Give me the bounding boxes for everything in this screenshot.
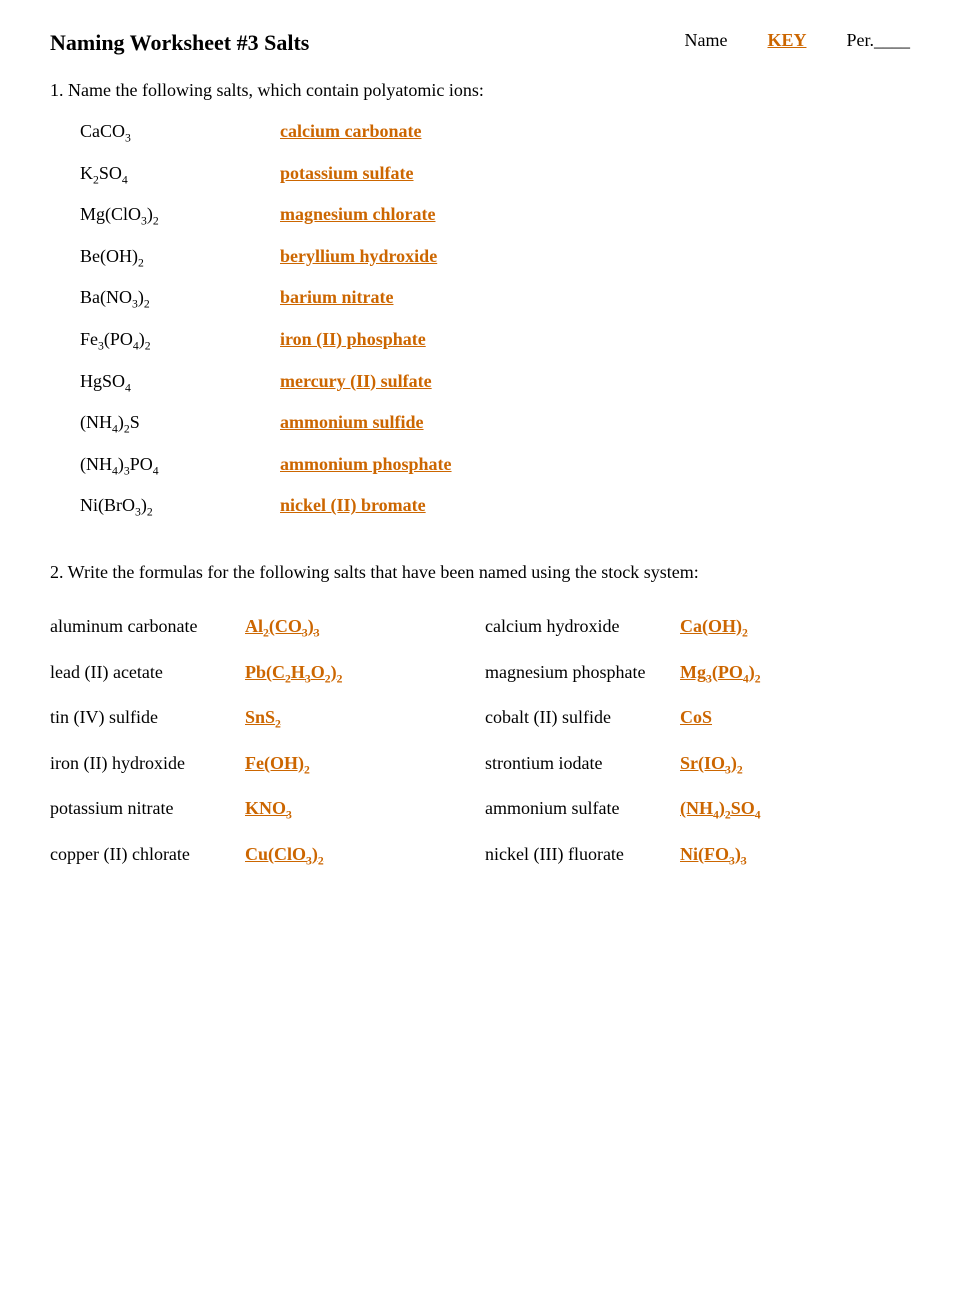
formula-row-left: potassium nitrateKNO3	[50, 798, 475, 822]
compound-formula: Ni(BrO3)2	[80, 495, 280, 519]
formula-label-right: strontium iodate	[485, 753, 680, 774]
formula-row-right: nickel (III) fluorateNi(FO3)3	[485, 844, 910, 868]
compound-name: iron (II) phosphate	[280, 329, 426, 350]
page-title: Naming Worksheet #3 Salts	[50, 30, 309, 56]
formula-row-left: copper (II) chlorateCu(ClO3)2	[50, 844, 475, 868]
compound-formula: Be(OH)2	[80, 246, 280, 270]
formula-value-left: Al2(CO3)3	[245, 616, 320, 640]
compound-row: Mg(ClO3)2magnesium chlorate	[80, 204, 910, 228]
compound-row: K2SO4potassium sulfate	[80, 163, 910, 187]
name-label: Name	[684, 30, 727, 51]
compound-row: HgSO4mercury (II) sulfate	[80, 371, 910, 395]
formula-value-left: KNO3	[245, 798, 292, 822]
compound-row: Ba(NO3)2barium nitrate	[80, 287, 910, 311]
compound-name: barium nitrate	[280, 287, 393, 308]
formula-row-right: calcium hydroxideCa(OH)2	[485, 616, 910, 640]
per-label: Per.____	[846, 30, 910, 51]
formula-value-right: Ca(OH)2	[680, 616, 748, 640]
compound-name: calcium carbonate	[280, 121, 421, 142]
page-header: Naming Worksheet #3 Salts Name KEY Per._…	[50, 30, 910, 56]
formula-label-left: lead (II) acetate	[50, 662, 245, 683]
compound-name: beryllium hydroxide	[280, 246, 437, 267]
compound-row: Ni(BrO3)2nickel (II) bromate	[80, 495, 910, 519]
formula-row-right: strontium iodateSr(IO3)2	[485, 753, 910, 777]
compound-formula: (NH4)3PO4	[80, 454, 280, 478]
formula-row-left: lead (II) acetatePb(C2H3O2)2	[50, 662, 475, 686]
formula-row-left: iron (II) hydroxideFe(OH)2	[50, 753, 475, 777]
header-right: Name KEY Per.____	[684, 30, 910, 51]
compound-name: magnesium chlorate	[280, 204, 435, 225]
compound-formula: Mg(ClO3)2	[80, 204, 280, 228]
formula-value-right: Ni(FO3)3	[680, 844, 747, 868]
formula-label-left: iron (II) hydroxide	[50, 753, 245, 774]
compound-name: nickel (II) bromate	[280, 495, 426, 516]
compound-formula: Ba(NO3)2	[80, 287, 280, 311]
formula-label-left: potassium nitrate	[50, 798, 245, 819]
formula-row-right: ammonium sulfate(NH4)2SO4	[485, 798, 910, 822]
formula-value-right: CoS	[680, 707, 712, 728]
section1-question: 1. Name the following salts, which conta…	[50, 80, 910, 101]
section2-intro: 2. Write the formulas for the following …	[50, 559, 910, 586]
compound-formula: (NH4)2S	[80, 412, 280, 436]
formula-row-left: aluminum carbonateAl2(CO3)3	[50, 616, 475, 640]
formula-label-right: nickel (III) fluorate	[485, 844, 680, 865]
formula-value-left: Cu(ClO3)2	[245, 844, 324, 868]
compound-row: (NH4)3PO4ammonium phosphate	[80, 454, 910, 478]
compound-formula: Fe3(PO4)2	[80, 329, 280, 353]
formula-row-right: cobalt (II) sulfideCoS	[485, 707, 910, 731]
compound-formula: K2SO4	[80, 163, 280, 187]
compound-name: ammonium sulfide	[280, 412, 424, 433]
compound-row: CaCO3calcium carbonate	[80, 121, 910, 145]
formula-label-right: magnesium phosphate	[485, 662, 680, 683]
key-label: KEY	[767, 30, 806, 51]
compound-formula: HgSO4	[80, 371, 280, 395]
formula-value-right: Sr(IO3)2	[680, 753, 743, 777]
formula-label-right: cobalt (II) sulfide	[485, 707, 680, 728]
compound-row: Be(OH)2beryllium hydroxide	[80, 246, 910, 270]
formula-row-left: tin (IV) sulfideSnS2	[50, 707, 475, 731]
formula-value-left: Fe(OH)2	[245, 753, 310, 777]
compound-name: potassium sulfate	[280, 163, 414, 184]
formula-value-right: Mg3(PO4)2	[680, 662, 761, 686]
compound-row: (NH4)2Sammonium sulfide	[80, 412, 910, 436]
compound-name: ammonium phosphate	[280, 454, 452, 475]
formula-label-left: copper (II) chlorate	[50, 844, 245, 865]
compound-table: CaCO3calcium carbonateK2SO4potassium sul…	[80, 121, 910, 519]
formula-row-right: magnesium phosphateMg3(PO4)2	[485, 662, 910, 686]
compound-name: mercury (II) sulfate	[280, 371, 432, 392]
formula-label-right: calcium hydroxide	[485, 616, 680, 637]
formula-label-left: tin (IV) sulfide	[50, 707, 245, 728]
formula-value-right: (NH4)2SO4	[680, 798, 761, 822]
formula-label-right: ammonium sulfate	[485, 798, 680, 819]
compound-row: Fe3(PO4)2iron (II) phosphate	[80, 329, 910, 353]
formula-value-left: SnS2	[245, 707, 281, 731]
compound-formula: CaCO3	[80, 121, 280, 145]
formula-label-left: aluminum carbonate	[50, 616, 245, 637]
formula-value-left: Pb(C2H3O2)2	[245, 662, 342, 686]
formulas-grid: aluminum carbonateAl2(CO3)3 calcium hydro…	[50, 616, 910, 868]
